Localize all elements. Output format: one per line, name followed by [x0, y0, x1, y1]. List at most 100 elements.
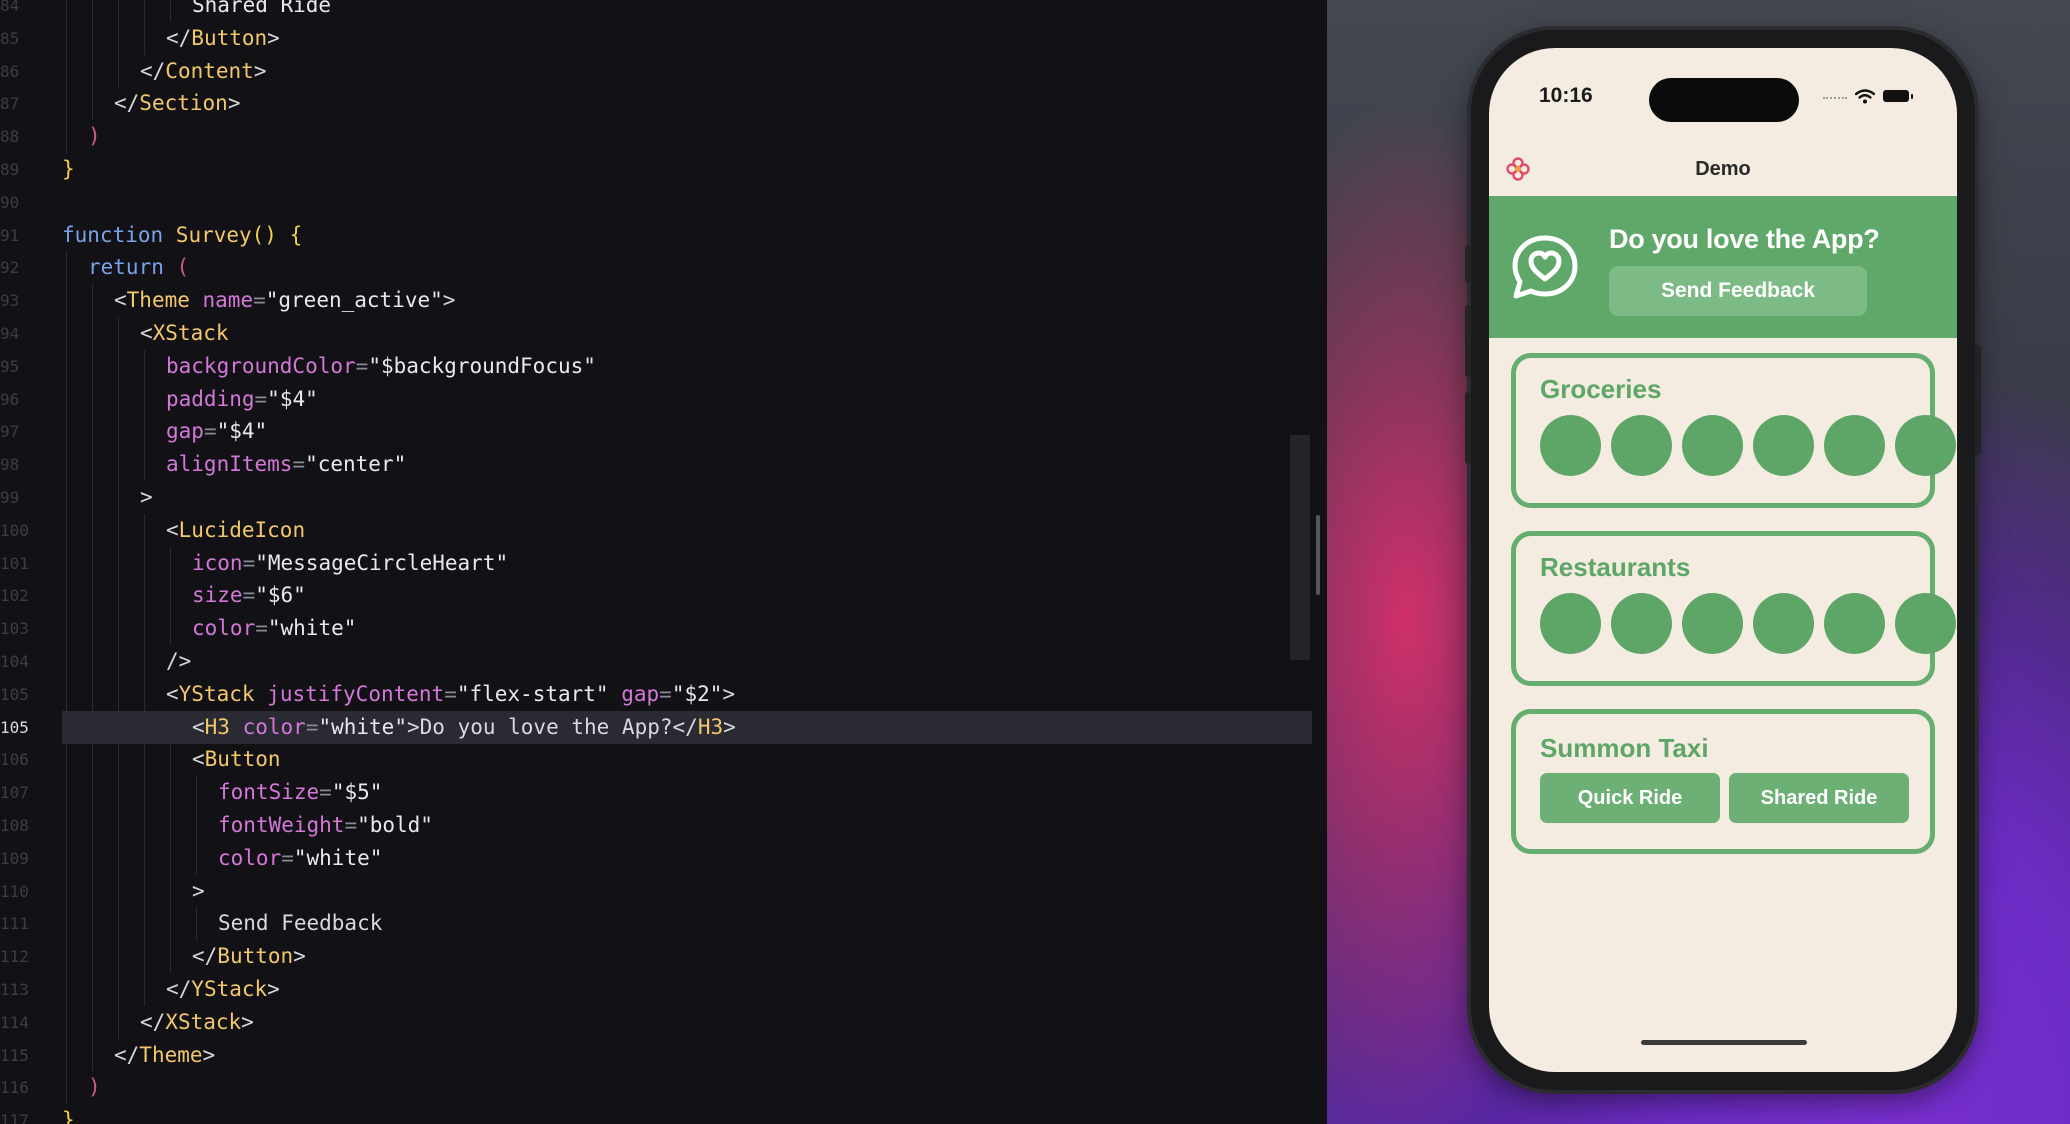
code-line[interactable]: /> [166, 645, 191, 678]
restaurants-option[interactable] [1540, 593, 1601, 654]
code-line[interactable]: padding="$4" [166, 383, 318, 416]
code-line[interactable]: ) [88, 120, 101, 153]
send-feedback-button[interactable]: Send Feedback [1609, 266, 1867, 316]
code-token: </ [166, 977, 192, 1001]
code-line[interactable]: } [62, 153, 75, 186]
code-token: = [355, 353, 369, 378]
volume-down-button [1465, 392, 1471, 464]
code-line[interactable]: function Survey() { [62, 219, 302, 252]
code-line[interactable]: </Section> [114, 87, 240, 120]
quick-ride-button[interactable]: Quick Ride [1540, 773, 1720, 823]
code-token: = [344, 813, 358, 837]
code-token: "center" [305, 452, 407, 477]
code-token: = [444, 681, 457, 706]
code-token: > [227, 91, 241, 116]
indent-guide [144, 841, 145, 875]
code-line[interactable]: </Button> [192, 940, 306, 973]
code-line[interactable]: <XStack [140, 317, 229, 350]
code-line[interactable]: <Theme name="green_active"> [114, 284, 455, 317]
indent-guide [66, 874, 67, 908]
indent-guide [92, 940, 93, 973]
code-token: > [723, 714, 736, 739]
code-line[interactable]: color="white" [192, 612, 356, 645]
indent-guide [144, 645, 145, 678]
groceries-option[interactable] [1682, 415, 1743, 476]
groceries-option[interactable] [1824, 415, 1885, 476]
code-line[interactable]: backgroundColor="$backgroundFocus" [166, 350, 596, 383]
indent-guide [92, 612, 93, 645]
home-indicator[interactable] [1641, 1040, 1807, 1045]
groceries-option[interactable] [1611, 415, 1672, 476]
code-line[interactable]: ) [88, 1071, 101, 1104]
code-token: justifyContent [267, 681, 445, 706]
code-token: Button [191, 25, 268, 50]
indent-guide [92, 54, 93, 88]
groceries-option[interactable] [1895, 415, 1956, 476]
code-token: YStack [191, 977, 268, 1001]
code-line[interactable]: > [140, 481, 153, 514]
code-line[interactable]: <YStack justifyContent="flex-start" gap=… [166, 678, 735, 711]
wifi-icon [1855, 88, 1875, 104]
indent-guide [170, 0, 171, 22]
indent-guide [66, 546, 67, 580]
restaurants-option[interactable] [1611, 593, 1672, 654]
indent-guide [118, 645, 119, 678]
code-line[interactable]: </Button> [166, 22, 280, 55]
indent-guide [66, 0, 67, 22]
indent-guide [66, 513, 67, 547]
code-line[interactable]: fontSize="$5" [218, 776, 382, 809]
indent-guide [118, 21, 119, 55]
code-line[interactable]: </Content> [140, 55, 266, 88]
code-line[interactable]: alignItems="center" [166, 448, 406, 481]
restaurants-card: Restaurants [1511, 531, 1956, 686]
indent-guide [118, 54, 119, 88]
code-token: "white" [267, 616, 357, 641]
indent-guide [170, 874, 171, 908]
restaurants-option[interactable] [1895, 593, 1956, 654]
indent-guide [118, 349, 119, 383]
code-token: Button [217, 944, 294, 969]
indent-guide [66, 809, 67, 842]
code-line[interactable]: Shared Ride [192, 0, 331, 22]
code-line[interactable]: } [62, 1104, 75, 1124]
code-token: </ [114, 91, 140, 116]
indent-guide [92, 415, 93, 449]
editor-scrollbar-track[interactable] [1290, 435, 1310, 660]
restaurants-option[interactable] [1824, 593, 1885, 654]
code-line[interactable]: </XStack> [140, 1006, 254, 1039]
code-line[interactable]: color="white" [218, 842, 382, 875]
indent-guide [118, 841, 119, 875]
code-token: () { [251, 222, 303, 247]
code-area[interactable]: Shared Ride </Button> </Content> </Section>… [0, 0, 1310, 1124]
code-line[interactable]: <LucideIcon [166, 514, 305, 547]
groceries-option[interactable] [1540, 415, 1601, 476]
code-line[interactable]: <Button [192, 743, 281, 776]
code-line[interactable]: icon="MessageCircleHeart" [192, 547, 508, 580]
restaurants-option[interactable] [1682, 593, 1743, 654]
code-token: "bold" [357, 813, 433, 837]
code-editor[interactable]: 84 85 86 87 88 89 90 91 92 93 94 95 96 97 98 99 100 101 10… [0, 0, 1327, 1124]
indent-guide [170, 579, 171, 613]
code-token: > [293, 944, 306, 969]
message-circle-heart-icon [1509, 232, 1581, 304]
code-line[interactable]: size="$6" [192, 579, 306, 612]
editor-scrollbar-thumb[interactable] [1316, 515, 1320, 595]
code-token: backgroundColor [166, 353, 356, 378]
code-line[interactable]: gap="$4" [166, 415, 267, 448]
code-line[interactable]: return ( [88, 251, 189, 284]
code-line[interactable]: <H3 color="white">Do you love the App?</… [192, 711, 736, 744]
code-line[interactable]: </Theme> [114, 1039, 215, 1072]
groceries-option[interactable] [1753, 415, 1814, 476]
code-token: > [192, 878, 205, 903]
restaurants-option[interactable] [1753, 593, 1814, 654]
code-line[interactable]: Send Feedback [218, 907, 382, 940]
status-icons [1823, 86, 1913, 106]
shared-ride-button[interactable]: Shared Ride [1729, 773, 1909, 823]
indent-guide [118, 0, 119, 22]
indent-guide [118, 1005, 119, 1039]
code-token: name [202, 288, 254, 313]
code-line[interactable]: > [192, 875, 205, 908]
code-line[interactable]: fontWeight="bold" [218, 809, 433, 842]
code-token: = [319, 780, 332, 805]
code-line[interactable]: </YStack> [166, 973, 280, 1006]
